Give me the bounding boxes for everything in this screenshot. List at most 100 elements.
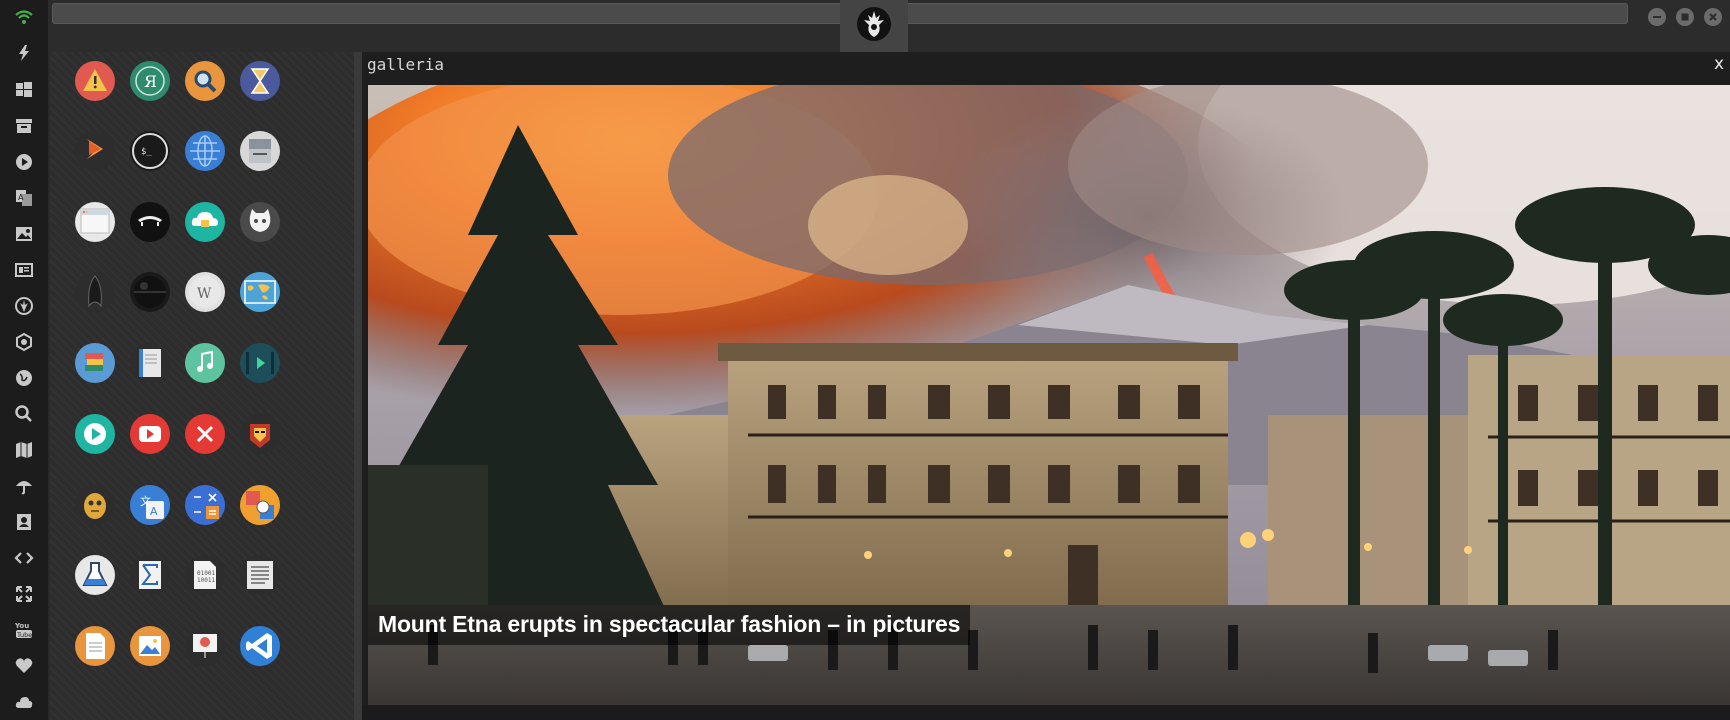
code-icon bbox=[14, 552, 34, 564]
minimize-button[interactable] bbox=[1648, 8, 1666, 26]
app-window-button[interactable] bbox=[75, 202, 115, 242]
translate-icon: A bbox=[16, 190, 32, 206]
app-hourglass-button[interactable] bbox=[240, 61, 280, 101]
github-icon bbox=[249, 209, 271, 232]
app-search-button[interactable] bbox=[185, 61, 225, 101]
panel-title: galleria bbox=[367, 55, 445, 74]
rebel-alliance-tab[interactable] bbox=[840, 0, 908, 52]
dock-wifi-button[interactable] bbox=[12, 5, 36, 29]
dock-rebel-button[interactable] bbox=[12, 294, 36, 318]
app-ironman-button[interactable] bbox=[240, 414, 280, 454]
dock-code-button[interactable] bbox=[12, 546, 36, 570]
svg-text:You: You bbox=[14, 622, 29, 630]
app-close-circle-button[interactable] bbox=[185, 414, 225, 454]
heart-icon bbox=[15, 658, 33, 673]
app-notebook-button[interactable] bbox=[130, 343, 170, 383]
world-map-icon bbox=[244, 280, 276, 304]
newspaper-icon bbox=[15, 263, 33, 277]
app-terminal-button[interactable]: $_ bbox=[130, 131, 170, 171]
play-icon bbox=[84, 423, 106, 445]
app-document-button[interactable] bbox=[75, 626, 115, 666]
dock-empire-button[interactable] bbox=[12, 330, 36, 354]
app-startrek-button[interactable] bbox=[75, 272, 115, 312]
umbrella-icon bbox=[16, 481, 32, 495]
app-picture-button[interactable] bbox=[130, 626, 170, 666]
app-youtube-button[interactable] bbox=[130, 414, 170, 454]
window-close-button[interactable] bbox=[1704, 8, 1722, 26]
dock-map-button[interactable] bbox=[12, 438, 36, 462]
dock-youtube-button[interactable]: You Tube bbox=[12, 618, 36, 642]
app-calculator-button[interactable] bbox=[185, 485, 225, 525]
panel-close-button[interactable]: x bbox=[1714, 54, 1724, 74]
app-github-button[interactable] bbox=[240, 202, 280, 242]
maximize-button[interactable] bbox=[1676, 8, 1694, 26]
presentation-icon bbox=[193, 634, 217, 658]
app-c3po-button[interactable] bbox=[75, 485, 115, 525]
windows-icon bbox=[16, 82, 32, 97]
app-deathstar-button[interactable] bbox=[130, 272, 170, 312]
yandex-icon: Я bbox=[135, 66, 165, 96]
dock-contact-button[interactable] bbox=[12, 510, 36, 534]
app-video-button[interactable] bbox=[240, 343, 280, 383]
app-drive-button[interactable] bbox=[240, 131, 280, 171]
app-books-button[interactable] bbox=[75, 343, 115, 383]
translate-icon: 文A bbox=[136, 491, 164, 519]
app-world-map-button[interactable] bbox=[240, 272, 280, 312]
drive-icon bbox=[249, 139, 271, 163]
app-yandex-button[interactable]: Я bbox=[130, 61, 170, 101]
app-sigma-button[interactable] bbox=[130, 555, 170, 595]
app-cloud-lock-button[interactable] bbox=[185, 202, 225, 242]
dock-search-button[interactable] bbox=[12, 402, 36, 426]
app-presentation-button[interactable] bbox=[185, 626, 225, 666]
dock-image-button[interactable] bbox=[12, 222, 36, 246]
dock-umbrella-button[interactable] bbox=[12, 474, 36, 498]
ironman-icon bbox=[250, 424, 270, 448]
dock-lightning-button[interactable] bbox=[12, 41, 36, 65]
svg-text:10011: 10011 bbox=[197, 577, 215, 584]
youtube-icon: YouTube bbox=[14, 622, 32, 639]
video-icon bbox=[246, 352, 274, 374]
app-globe-button[interactable] bbox=[185, 131, 225, 171]
app-warning-button[interactable] bbox=[75, 61, 115, 101]
dock-globe-button[interactable] bbox=[12, 366, 36, 390]
dock-translate-button[interactable]: A bbox=[12, 186, 36, 210]
svg-text:01001: 01001 bbox=[197, 570, 215, 577]
picture-icon bbox=[139, 636, 161, 656]
svg-text:Я: Я bbox=[144, 72, 157, 91]
svg-text:A: A bbox=[150, 505, 158, 518]
deathstar-icon bbox=[134, 276, 166, 308]
dock-expand-button[interactable] bbox=[12, 582, 36, 606]
app-play-button[interactable] bbox=[75, 414, 115, 454]
globe-icon bbox=[190, 135, 220, 167]
window-icon bbox=[80, 208, 110, 234]
app-sublime-button[interactable] bbox=[75, 131, 115, 171]
map-icon bbox=[16, 442, 32, 458]
app-dracula-button[interactable] bbox=[130, 202, 170, 242]
expand-icon bbox=[16, 586, 32, 602]
dock-newspaper-button[interactable] bbox=[12, 258, 36, 282]
app-photo-gallery-button[interactable] bbox=[240, 485, 280, 525]
app-music-button[interactable] bbox=[185, 343, 225, 383]
app-text-lines-button[interactable] bbox=[240, 555, 280, 595]
app-vscode-button[interactable] bbox=[240, 626, 280, 666]
globe-icon bbox=[16, 370, 32, 386]
app-wikipedia-button[interactable]: W bbox=[185, 272, 225, 312]
close-icon bbox=[1709, 13, 1717, 21]
sublime-icon bbox=[87, 139, 103, 159]
app-binary-file-button[interactable]: 01001 10011 bbox=[185, 555, 225, 595]
dock-windows-button[interactable] bbox=[12, 78, 36, 102]
panel-splitter[interactable] bbox=[354, 52, 362, 720]
rebel-alliance-icon bbox=[857, 7, 891, 41]
contact-icon bbox=[17, 514, 31, 530]
app-translate-button[interactable]: 文A bbox=[130, 485, 170, 525]
dock-play-circle-button[interactable] bbox=[12, 150, 36, 174]
app-flask-button[interactable] bbox=[75, 555, 115, 595]
wikipedia-icon: W bbox=[189, 276, 221, 308]
top-bar bbox=[48, 0, 1730, 52]
close-circle-icon bbox=[196, 425, 214, 443]
photo-caption: Mount Etna erupts in spectacular fashion… bbox=[368, 605, 971, 645]
dock-cloud-button[interactable] bbox=[12, 690, 36, 714]
gallery-bottom-strip bbox=[362, 705, 1730, 720]
dock-archive-button[interactable] bbox=[12, 114, 36, 138]
dock-heart-button[interactable] bbox=[12, 654, 36, 678]
